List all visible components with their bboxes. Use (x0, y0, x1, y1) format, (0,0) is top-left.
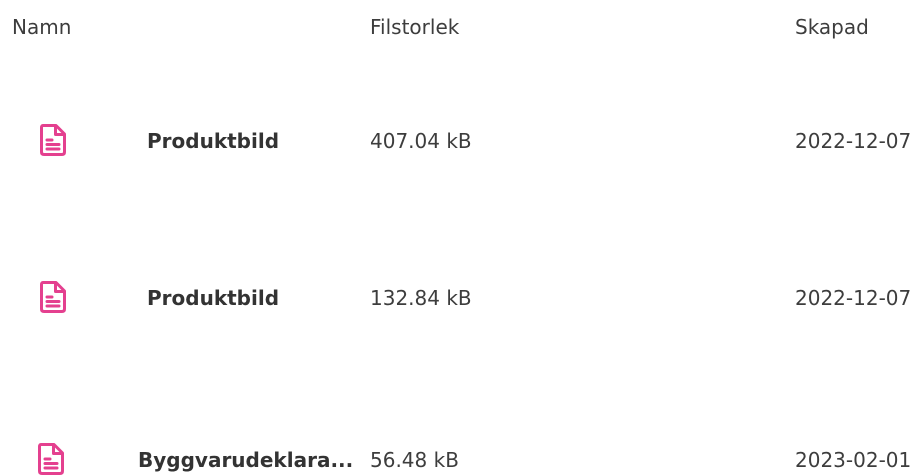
document-icon-graphic (40, 124, 66, 156)
created-date: 2022-12-07 (795, 286, 912, 310)
created-date: 2022-12-07 (795, 129, 912, 153)
file-size: 132.84 kB (370, 286, 472, 310)
column-header-name[interactable]: Namn (12, 12, 71, 42)
document-icon-graphic (38, 443, 64, 475)
file-name-link[interactable]: Produktbild (147, 126, 279, 156)
column-header-created[interactable]: Skapad (795, 12, 869, 42)
file-table: Namn Filstorlek Skapad Produktbild 407.0… (0, 0, 920, 476)
created-date: 2023-02-01 (795, 448, 912, 472)
file-name-link[interactable]: Byggvarudeklara... (138, 445, 353, 475)
file-name-link[interactable]: Produktbild (147, 283, 279, 313)
file-size: 56.48 kB (370, 448, 459, 472)
document-icon[interactable] (39, 123, 67, 157)
document-icon-graphic (40, 281, 66, 313)
table-row[interactable]: Produktbild 132.84 kB 2022-12-07 (0, 270, 920, 330)
document-icon[interactable] (37, 442, 65, 476)
file-size: 407.04 kB (370, 129, 472, 153)
table-row[interactable]: Byggvarudeklara... 56.48 kB 2023-02-01 (0, 432, 920, 476)
table-row[interactable]: Produktbild 407.04 kB 2022-12-07 (0, 113, 920, 173)
document-icon[interactable] (39, 280, 67, 314)
column-header-size[interactable]: Filstorlek (370, 12, 459, 42)
